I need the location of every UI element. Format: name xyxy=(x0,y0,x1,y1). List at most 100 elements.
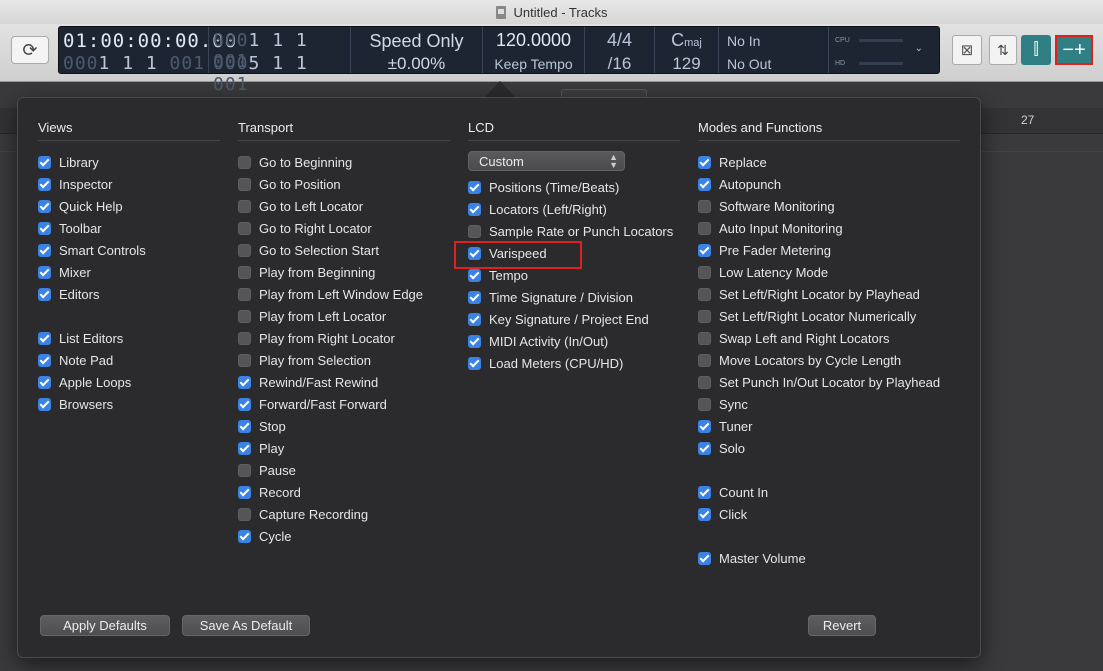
option-go-to-position[interactable]: Go to Position xyxy=(238,173,450,195)
option-go-to-left-locator[interactable]: Go to Left Locator xyxy=(238,195,450,217)
checkbox-checked[interactable] xyxy=(468,246,481,260)
checkbox-checked[interactable] xyxy=(38,199,51,213)
option-mixer[interactable]: Mixer xyxy=(38,261,220,283)
option-library[interactable]: Library xyxy=(38,151,220,173)
option-play-from-right-locator[interactable]: Play from Right Locator xyxy=(238,327,450,349)
option-go-to-beginning[interactable]: Go to Beginning xyxy=(238,151,450,173)
option-midi-activity-in-out[interactable]: MIDI Activity (In/Out) xyxy=(468,330,680,352)
option-play[interactable]: Play xyxy=(238,437,450,459)
checkbox-checked[interactable] xyxy=(38,397,51,411)
option-move-locators-by-cycle-length[interactable]: Move Locators by Cycle Length xyxy=(698,349,960,371)
checkbox-unchecked[interactable] xyxy=(468,224,481,238)
checkbox-unchecked[interactable] xyxy=(698,375,711,389)
checkbox-checked[interactable] xyxy=(468,180,481,194)
checkbox-checked[interactable] xyxy=(468,268,481,282)
checkbox-checked[interactable] xyxy=(38,243,51,257)
checkbox-checked[interactable] xyxy=(38,177,51,191)
option-apple-loops[interactable]: Apple Loops xyxy=(38,371,220,393)
checkbox-checked[interactable] xyxy=(238,375,251,389)
checkbox-checked[interactable] xyxy=(38,287,51,301)
minus-plus-icon[interactable]: −+ xyxy=(1055,35,1093,65)
checkbox-checked[interactable] xyxy=(698,243,711,257)
option-cycle[interactable]: Cycle xyxy=(238,525,450,547)
option-editors[interactable]: Editors xyxy=(38,283,220,305)
checkbox-checked[interactable] xyxy=(698,507,711,521)
option-go-to-selection-start[interactable]: Go to Selection Start xyxy=(238,239,450,261)
cycle-button[interactable]: ⟳ xyxy=(11,36,49,64)
checkbox-checked[interactable] xyxy=(238,529,251,543)
option-autopunch[interactable]: Autopunch xyxy=(698,173,960,195)
lcd-display[interactable]: 01:00:00:00.00 0001 1 1 001 0001 1 1 001… xyxy=(58,26,940,95)
checkbox-unchecked[interactable] xyxy=(238,331,251,345)
option-varispeed[interactable]: Varispeed xyxy=(468,242,680,264)
option-locators-left-right[interactable]: Locators (Left/Right) xyxy=(468,198,680,220)
lcd-time-signature[interactable]: 4/4 /16 xyxy=(585,27,655,73)
checkbox-checked[interactable] xyxy=(38,265,51,279)
option-time-signature-division[interactable]: Time Signature / Division xyxy=(468,286,680,308)
checkbox-unchecked[interactable] xyxy=(238,309,251,323)
checkbox-unchecked[interactable] xyxy=(238,463,251,477)
option-software-monitoring[interactable]: Software Monitoring xyxy=(698,195,960,217)
option-play-from-left-window-edge[interactable]: Play from Left Window Edge xyxy=(238,283,450,305)
option-capture-recording[interactable]: Capture Recording xyxy=(238,503,450,525)
checkbox-checked[interactable] xyxy=(468,202,481,216)
checkbox-checked[interactable] xyxy=(698,551,711,565)
checkbox-unchecked[interactable] xyxy=(238,155,251,169)
close-x-icon[interactable]: ⊠ xyxy=(952,35,982,65)
checkbox-checked[interactable] xyxy=(238,419,251,433)
option-low-latency-mode[interactable]: Low Latency Mode xyxy=(698,261,960,283)
option-browsers[interactable]: Browsers xyxy=(38,393,220,415)
checkbox-unchecked[interactable] xyxy=(238,177,251,191)
checkbox-unchecked[interactable] xyxy=(698,331,711,345)
option-key-signature-project-end[interactable]: Key Signature / Project End xyxy=(468,308,680,330)
checkbox-unchecked[interactable] xyxy=(698,221,711,235)
checkbox-checked[interactable] xyxy=(468,312,481,326)
option-sample-rate-or-punch-locators[interactable]: Sample Rate or Punch Locators xyxy=(468,220,680,242)
lcd-varispeed[interactable]: Speed Only ±0.00% xyxy=(351,27,483,73)
checkbox-unchecked[interactable] xyxy=(238,243,251,257)
checkbox-checked[interactable] xyxy=(38,331,51,345)
lcd-key-signature[interactable]: Cmaj 129 xyxy=(655,27,719,73)
option-solo[interactable]: Solo xyxy=(698,437,960,459)
checkbox-unchecked[interactable] xyxy=(698,287,711,301)
checkbox-checked[interactable] xyxy=(238,397,251,411)
lcd-tempo[interactable]: 120.0000 Keep Tempo xyxy=(483,27,585,73)
option-pre-fader-metering[interactable]: Pre Fader Metering xyxy=(698,239,960,261)
option-play-from-selection[interactable]: Play from Selection xyxy=(238,349,450,371)
option-count-in[interactable]: Count In xyxy=(698,481,960,503)
option-load-meters-cpu-hd[interactable]: Load Meters (CPU/HD) xyxy=(468,352,680,374)
option-inspector[interactable]: Inspector xyxy=(38,173,220,195)
checkbox-checked[interactable] xyxy=(238,441,251,455)
checkbox-checked[interactable] xyxy=(698,155,711,169)
checkbox-unchecked[interactable] xyxy=(238,265,251,279)
option-swap-left-and-right-locators[interactable]: Swap Left and Right Locators xyxy=(698,327,960,349)
save-as-default-button[interactable]: Save As Default xyxy=(182,615,310,636)
checkbox-checked[interactable] xyxy=(468,334,481,348)
checkbox-unchecked[interactable] xyxy=(238,199,251,213)
option-replace[interactable]: Replace xyxy=(698,151,960,173)
option-sync[interactable]: Sync xyxy=(698,393,960,415)
option-positions-time-beats[interactable]: Positions (Time/Beats) xyxy=(468,176,680,198)
lcd-position[interactable]: 01:00:00:00.00 0001 1 1 001 xyxy=(59,27,236,74)
mixer-sliders-icon[interactable]: ⫿ xyxy=(1021,35,1051,65)
option-pause[interactable]: Pause xyxy=(238,459,450,481)
checkbox-checked[interactable] xyxy=(38,221,51,235)
checkbox-unchecked[interactable] xyxy=(698,265,711,279)
option-note-pad[interactable]: Note Pad xyxy=(38,349,220,371)
lcd-locators[interactable]: 0001 1 1 001 0005 1 1 001 xyxy=(209,27,351,95)
option-set-left-right-locator-numerically[interactable]: Set Left/Right Locator Numerically xyxy=(698,305,960,327)
option-go-to-right-locator[interactable]: Go to Right Locator xyxy=(238,217,450,239)
checkbox-unchecked[interactable] xyxy=(698,353,711,367)
checkbox-checked[interactable] xyxy=(698,177,711,191)
checkbox-checked[interactable] xyxy=(38,353,51,367)
checkbox-checked[interactable] xyxy=(38,155,51,169)
apply-defaults-button[interactable]: Apply Defaults xyxy=(40,615,170,636)
checkbox-checked[interactable] xyxy=(698,419,711,433)
checkbox-checked[interactable] xyxy=(698,485,711,499)
checkbox-unchecked[interactable] xyxy=(698,397,711,411)
option-play-from-left-locator[interactable]: Play from Left Locator xyxy=(238,305,450,327)
checkbox-unchecked[interactable] xyxy=(238,353,251,367)
checkbox-unchecked[interactable] xyxy=(238,287,251,301)
revert-button[interactable]: Revert xyxy=(808,615,876,636)
option-rewind-fast-rewind[interactable]: Rewind/Fast Rewind xyxy=(238,371,450,393)
